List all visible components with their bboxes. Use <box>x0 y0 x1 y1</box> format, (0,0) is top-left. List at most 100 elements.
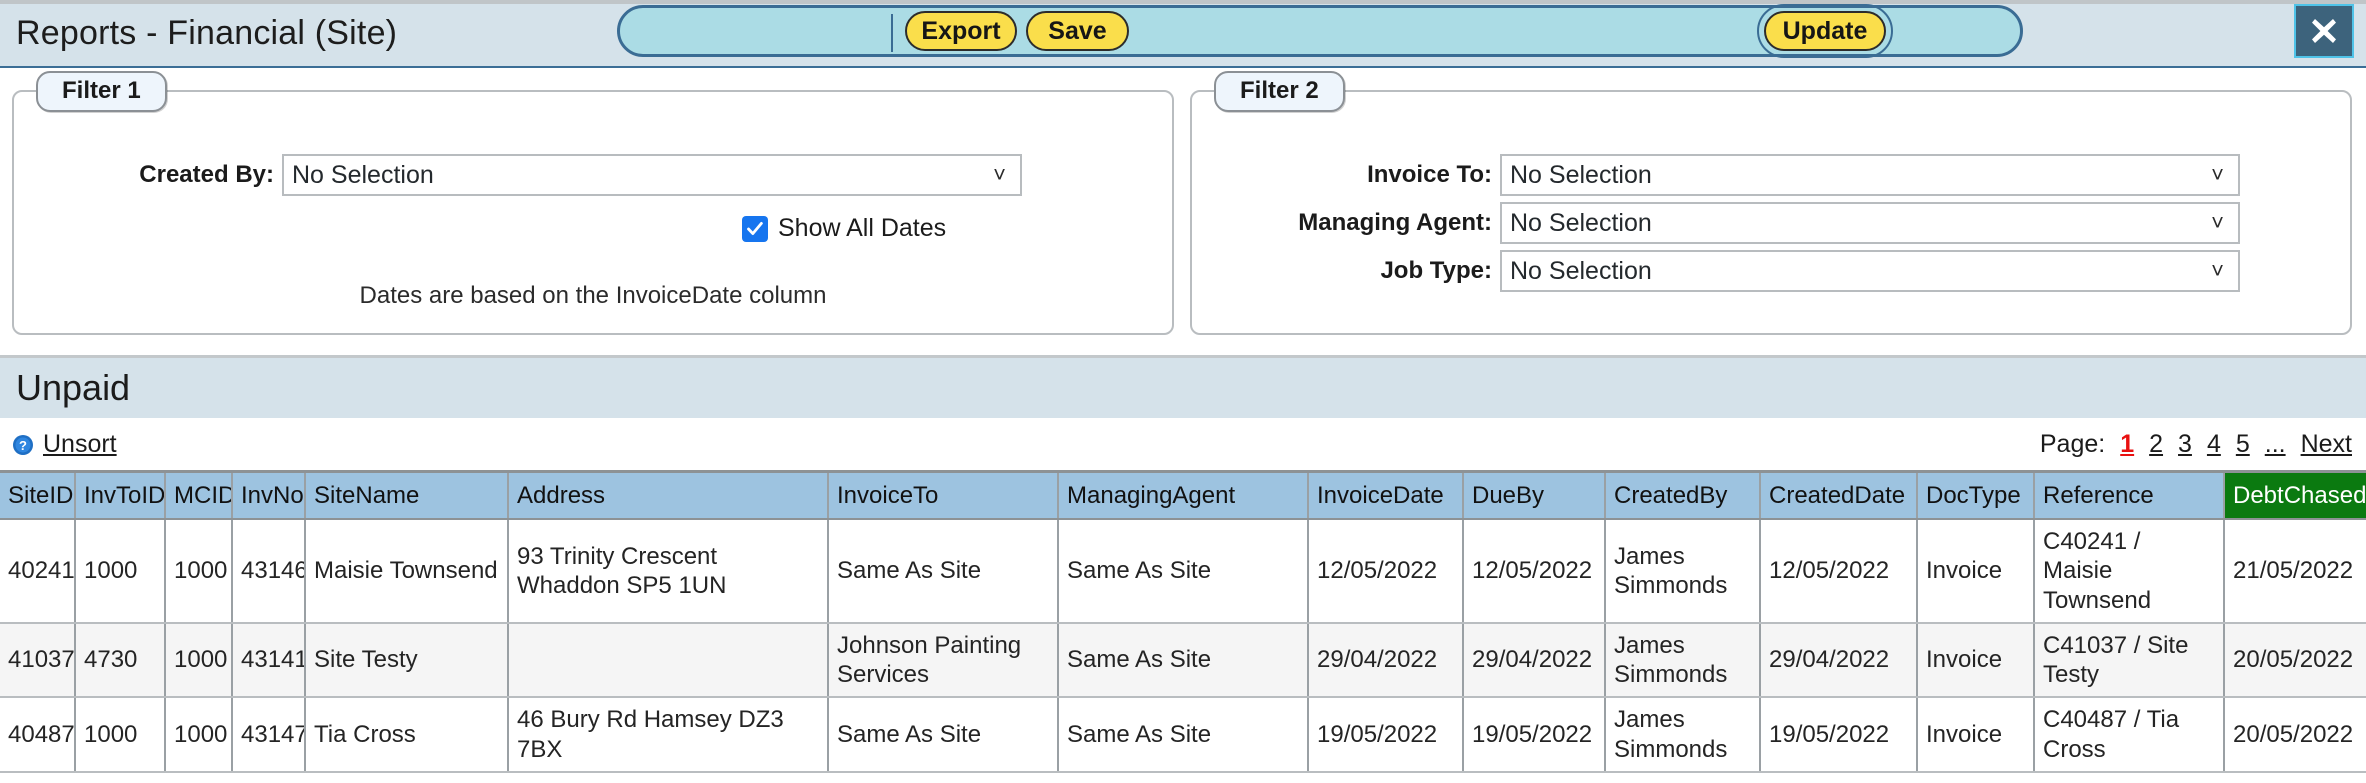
update-button[interactable]: Update <box>1764 11 1886 51</box>
created-by-row: Created By: No Selection ˅ <box>114 154 1022 196</box>
cell-reference: C40241 / Maisie Townsend <box>2034 519 2225 624</box>
filters-area: Filter 1 Created By: No Selection ˅ Show… <box>0 68 2366 358</box>
cell-doctype: Invoice <box>1917 697 2035 773</box>
cell-mcid: 1000 <box>165 697 233 773</box>
cell-reference: C41037 / Site Testy <box>2034 622 2225 699</box>
results-grid-container: SiteID InvToID MCID InvNo SiteName Addre… <box>0 470 2366 773</box>
managing-agent-label: Managing Agent: <box>1298 209 1492 236</box>
col-header-sitename[interactable]: SiteName <box>305 473 509 520</box>
job-type-row: Job Type: No Selection ˅ <box>1192 250 2240 292</box>
pager-label: Page: <box>2039 430 2106 458</box>
cell-debtchased: 20/05/2022 <box>2224 697 2366 773</box>
cell-mcid: 1000 <box>165 622 233 699</box>
table-row[interactable]: 40487 1000 1000 43147 Tia Cross 46 Bury … <box>0 697 2366 773</box>
chevron-down-icon: ˅ <box>2211 258 2224 283</box>
cell-invoiceto: Same As Site <box>828 519 1059 624</box>
col-header-createdby[interactable]: CreatedBy <box>1605 473 1761 520</box>
cell-invno: 43147 <box>232 697 306 773</box>
col-header-createddate[interactable]: CreatedDate <box>1760 473 1918 520</box>
grid-toolstrip: ? Unsort Page: 1 2 3 4 5 ... Next <box>0 420 2366 470</box>
cell-invoiceto: Johnson Painting Services <box>828 622 1059 699</box>
pager-ellipsis[interactable]: ... <box>2265 430 2286 459</box>
cell-sitename: Site Testy <box>305 622 509 699</box>
created-by-value: No Selection <box>292 160 434 189</box>
cell-invtoid: 1000 <box>75 697 166 773</box>
cell-createddate: 12/05/2022 <box>1760 519 1918 624</box>
chevron-down-icon: ˅ <box>2211 162 2224 187</box>
table-row[interactable]: 41037 4730 1000 43141 Site Testy Johnson… <box>0 622 2366 699</box>
filter-1-panel: Filter 1 Created By: No Selection ˅ Show… <box>12 71 1174 335</box>
cell-invtoid: 4730 <box>75 622 166 699</box>
invoice-to-value: No Selection <box>1510 160 1652 189</box>
cell-siteid: 41037 <box>0 622 76 699</box>
show-all-dates-row: Show All Dates <box>742 214 946 243</box>
created-by-select[interactable]: No Selection ˅ <box>282 154 1022 196</box>
dates-hint-text: Dates are based on the InvoiceDate colum… <box>359 282 827 309</box>
managing-agent-value: No Selection <box>1510 208 1652 237</box>
cell-invoicedate: 29/04/2022 <box>1308 622 1464 699</box>
created-by-label: Created By: <box>139 161 274 188</box>
col-header-siteid[interactable]: SiteID <box>0 473 76 520</box>
cell-invoicedate: 12/05/2022 <box>1308 519 1464 624</box>
col-header-dueby[interactable]: DueBy <box>1463 473 1606 520</box>
unsort-control[interactable]: ? Unsort <box>12 430 117 459</box>
show-all-dates-checkbox[interactable] <box>742 215 768 242</box>
col-header-invoicedate[interactable]: InvoiceDate <box>1308 473 1464 520</box>
cell-invoicedate: 19/05/2022 <box>1308 697 1464 773</box>
close-window-button[interactable] <box>2294 4 2354 58</box>
export-button[interactable]: Export <box>905 11 1017 51</box>
pagination: Page: 1 2 3 4 5 ... Next <box>2040 430 2352 459</box>
results-grid: SiteID InvToID MCID InvNo SiteName Addre… <box>0 473 2366 773</box>
cell-mcid: 1000 <box>165 519 233 624</box>
managing-agent-row: Managing Agent: No Selection ˅ <box>1192 202 2240 244</box>
col-header-address[interactable]: Address <box>508 473 829 520</box>
pager-page-2[interactable]: 2 <box>2149 430 2163 459</box>
managing-agent-select[interactable]: No Selection ˅ <box>1500 202 2240 244</box>
cell-invno: 43141 <box>232 622 306 699</box>
cell-dueby: 29/04/2022 <box>1463 622 1606 699</box>
pager-page-4[interactable]: 4 <box>2207 430 2221 459</box>
cell-doctype: Invoice <box>1917 622 2035 699</box>
pager-next[interactable]: Next <box>2301 430 2352 459</box>
unsort-label: Unsort <box>43 430 117 458</box>
action-toolbar: Export Save Update <box>617 4 2023 58</box>
invoice-to-row: Invoice To: No Selection ˅ <box>1192 154 2240 196</box>
cell-managingagent: Same As Site <box>1058 697 1309 773</box>
unpaid-section-header: Unpaid <box>0 358 2366 420</box>
cell-address: 93 Trinity Crescent Whaddon SP5 1UN <box>508 519 829 624</box>
cell-doctype: Invoice <box>1917 519 2035 624</box>
invoice-to-label: Invoice To: <box>1367 161 1492 188</box>
cell-sitename: Maisie Townsend <box>305 519 509 624</box>
col-header-managingagent[interactable]: ManagingAgent <box>1058 473 1309 520</box>
col-header-invtoid[interactable]: InvToID <box>75 473 166 520</box>
pager-page-5[interactable]: 5 <box>2236 430 2250 459</box>
invoice-to-select[interactable]: No Selection ˅ <box>1500 154 2240 196</box>
cell-siteid: 40241 <box>0 519 76 624</box>
cell-dueby: 19/05/2022 <box>1463 697 1606 773</box>
close-icon <box>2312 19 2336 43</box>
cell-reference: C40487 / Tia Cross <box>2034 697 2225 773</box>
cell-createdby: James Simmonds <box>1605 519 1761 624</box>
col-header-debtchased[interactable]: DebtChased <box>2224 473 2366 520</box>
job-type-value: No Selection <box>1510 256 1652 285</box>
col-header-invno[interactable]: InvNo <box>232 473 306 520</box>
cell-sitename: Tia Cross <box>305 697 509 773</box>
question-mark-icon: ? <box>13 434 33 455</box>
col-header-invoiceto[interactable]: InvoiceTo <box>828 473 1059 520</box>
col-header-doctype[interactable]: DocType <box>1917 473 2035 520</box>
chevron-down-icon: ˅ <box>993 162 1006 187</box>
save-button[interactable]: Save <box>1026 11 1129 51</box>
pager-page-1[interactable]: 1 <box>2120 430 2134 459</box>
job-type-select[interactable]: No Selection ˅ <box>1500 250 2240 292</box>
job-type-label: Job Type: <box>1380 257 1492 284</box>
col-header-reference[interactable]: Reference <box>2034 473 2225 520</box>
checkmark-icon <box>747 221 763 235</box>
pager-page-3[interactable]: 3 <box>2178 430 2192 459</box>
cell-debtchased: 21/05/2022 <box>2224 519 2366 624</box>
toolbar-divider <box>891 14 893 52</box>
filter-2-legend: Filter 2 <box>1214 71 1345 112</box>
table-row[interactable]: 40241 1000 1000 43146 Maisie Townsend 93… <box>0 519 2366 624</box>
col-header-mcid[interactable]: MCID <box>165 473 233 520</box>
cell-createddate: 29/04/2022 <box>1760 622 1918 699</box>
table-header-row: SiteID InvToID MCID InvNo SiteName Addre… <box>0 473 2366 520</box>
